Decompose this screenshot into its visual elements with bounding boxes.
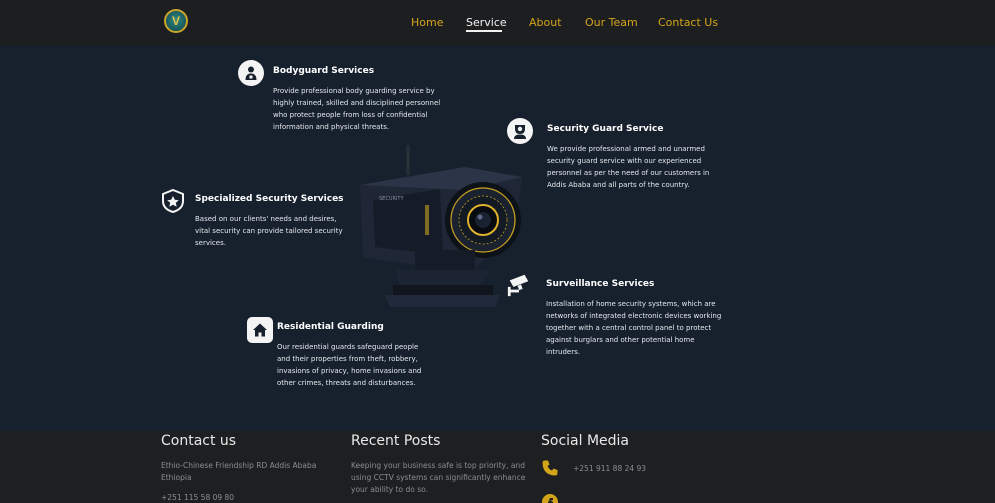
footer-recent-posts-heading: Recent Posts xyxy=(351,433,441,449)
footer-social-phone[interactable]: +251 911 88 24 93 xyxy=(573,463,646,475)
top-navbar: V Home Service About Our Team Contact Us xyxy=(0,0,995,45)
service-desc-bodyguard: Provide professional body guarding servi… xyxy=(273,87,441,131)
service-desc-security-guard: We provide professional armed and unarme… xyxy=(547,145,710,189)
nav-contact-us[interactable]: Contact Us xyxy=(658,16,718,29)
service-title-specialized: Specialized Security Services xyxy=(195,194,344,204)
guard-icon xyxy=(507,118,533,144)
service-title-surveillance: Surveillance Services xyxy=(546,279,655,289)
service-title-bodyguard: Bodyguard Services xyxy=(273,66,375,76)
house-icon xyxy=(247,317,273,343)
service-desc-surveillance: Installation of home security systems, w… xyxy=(546,300,722,356)
footer-address: Ethio-Chinese Friendship RD Addis Ababa … xyxy=(161,461,317,482)
nav-service[interactable]: Service xyxy=(466,16,507,29)
nav-about[interactable]: About xyxy=(529,16,562,29)
cctv-camera-illustration: SECURITY xyxy=(360,145,522,307)
nav-active-underline xyxy=(466,30,502,32)
service-title-residential: Residential Guarding xyxy=(277,322,384,332)
service-desc-specialized: Based on our clients' needs and desires,… xyxy=(195,215,343,247)
police-badge-icon xyxy=(160,188,186,214)
company-logo[interactable]: V xyxy=(164,9,188,33)
footer-contact-heading: Contact us xyxy=(161,433,237,449)
facebook-icon[interactable] xyxy=(541,493,559,503)
footer-phone[interactable]: +251 115 58 09 80 xyxy=(161,492,336,503)
service-title-security-guard: Security Guard Service xyxy=(547,124,664,134)
nav-our-team[interactable]: Our Team xyxy=(585,16,638,29)
nav-home[interactable]: Home xyxy=(411,16,443,29)
camera-brand-label: SECURITY xyxy=(379,196,404,202)
person-badge-icon xyxy=(238,60,264,86)
footer-social-heading: Social Media xyxy=(541,433,630,449)
phone-icon[interactable] xyxy=(541,459,559,477)
service-desc-residential: Our residential guards safeguard people … xyxy=(277,343,422,387)
footer-recent-post-text[interactable]: Keeping your business safe is top priori… xyxy=(351,460,531,496)
